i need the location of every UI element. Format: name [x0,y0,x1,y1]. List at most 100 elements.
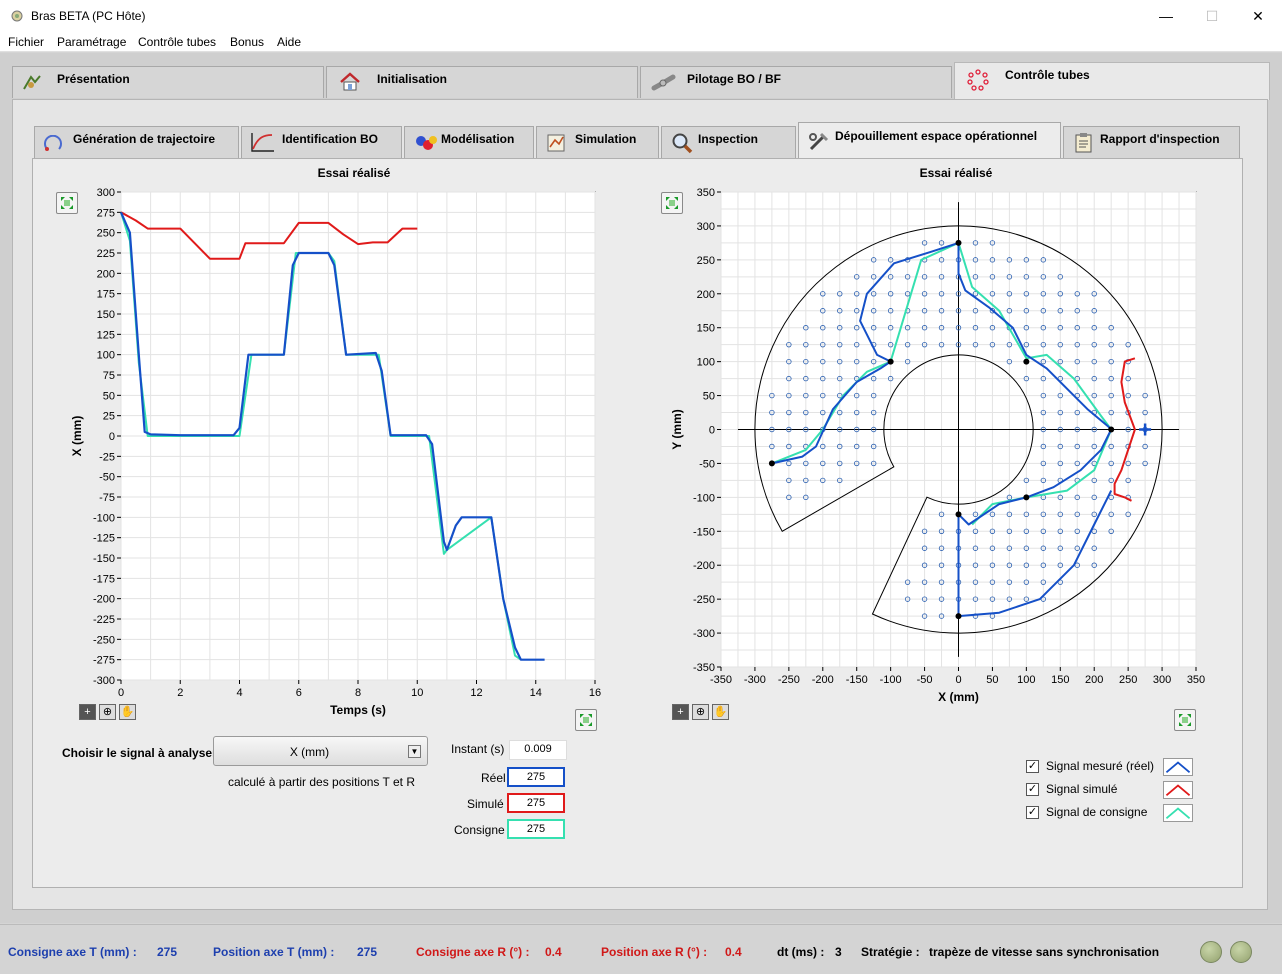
y-tick-label: 125 [97,329,115,341]
menu-bar: Fichier Paramétrage Contrôle tubes Bonus… [0,32,1282,52]
tab-identification-bo[interactable]: Identification BO [241,126,402,158]
y-tick-label: 50 [103,390,115,402]
y-tick-label: -350 [693,662,715,674]
clipboard-icon [1075,133,1092,153]
legend-swatch-mesure [1163,758,1193,776]
tab-depouillement[interactable]: Dépouillement espace opérationnel [798,122,1061,160]
tab-initialisation[interactable]: Initialisation [326,66,638,98]
close-button[interactable]: ✕ [1235,0,1281,32]
right-autoscale-button[interactable] [661,192,683,214]
legend-checkbox-simule[interactable]: ✓ [1026,783,1039,796]
time-plot[interactable]: 0 2 4 6 8 10 12 14 16300275250225200175150125100… [60,183,620,723]
simule-label: Simulé [467,797,504,811]
tab-modelisation[interactable]: Modélisation [404,126,534,158]
y-tick-label: 200 [97,268,115,280]
y-axis-label: X (mm) [70,416,84,457]
status-consigne-r-value: 0.4 [545,945,562,959]
menu-parametrage[interactable]: Paramétrage [57,35,126,49]
y-tick-label: -200 [93,594,115,606]
status-strategie-label: Stratégie : [861,945,920,959]
presentation-icon [23,75,41,90]
tab-simulation[interactable]: Simulation [536,126,659,158]
y-tick-label: 0 [109,431,115,443]
zoom-tool-icon[interactable]: ⊕ [692,704,709,720]
x-tick-label: 250 [1119,674,1137,686]
y-tick-label: 25 [103,411,115,423]
y-tick-label: 50 [703,391,715,403]
expand-icon [61,197,73,209]
y-tick-label: 225 [97,248,115,260]
y-tick-label: 200 [697,289,715,301]
tools-icon [809,132,829,151]
title-bar: Bras BETA (PC Hôte) — ☐ ✕ [0,0,1282,32]
waypoint-marker [955,613,962,620]
legend-label-mesure: Signal mesuré (réel) [1046,759,1155,773]
app-icon [11,10,23,22]
minimize-button[interactable]: — [1143,0,1189,32]
chevron-down-icon: ▼ [408,745,421,758]
waypoint-marker [955,239,962,246]
legend-checkbox-consigne[interactable]: ✓ [1026,806,1039,819]
tab-pilotage[interactable]: Pilotage BO / BF [640,66,952,98]
x-tick-label: 0 [955,674,961,686]
waypoint-marker [768,460,775,467]
cursor-tool-icon[interactable]: + [672,704,689,720]
signal-select[interactable]: X (mm) ▼ [213,736,428,766]
tab-inspection-label: Inspection [698,132,759,146]
y-tick-label: 75 [103,370,115,382]
x-tick-label: -50 [917,674,933,686]
tab-inspection[interactable]: Inspection [661,126,796,158]
y-tick-label: 100 [697,357,715,369]
tab-simulation-label: Simulation [575,132,637,146]
waypoint-marker [1023,358,1030,365]
left-graph-palette: + ⊕ ✋ [79,704,141,720]
expand-icon [580,714,592,726]
x-tick-label: 100 [1017,674,1035,686]
xy-plot[interactable]: -350 -300 -250 -200 -150 -100 -50 0 50 100 150 200 2… [664,183,1224,723]
tab-controle-tubes[interactable]: Contrôle tubes [954,62,1270,100]
cursor-tool-icon[interactable]: + [79,704,96,720]
magnifier-icon [672,133,693,154]
instant-label: Instant (s) [451,742,505,756]
status-consigne-t-label: Consigne axe T (mm) : [8,945,137,959]
waypoint-marker [1023,494,1030,501]
y-axis-label: Y (mm) [670,409,684,449]
menu-aide[interactable]: Aide [277,35,301,49]
x-tick-label: -100 [880,674,902,686]
y-tick-label: -75 [99,492,115,504]
status-strategie-value: trapèze de vitesse sans synchronisation [929,945,1160,959]
left-autoscale-button[interactable] [56,192,78,214]
pan-hand-icon[interactable]: ✋ [712,704,729,720]
y-tick-label: -225 [93,614,115,626]
y-tick-label: 300 [697,221,715,233]
y-tick-label: -150 [693,526,715,538]
home-icon [340,72,360,91]
right-autoscale-x-button[interactable] [1174,709,1196,731]
x-tick-label: 16 [589,687,601,699]
consigne-value: 275 [507,819,565,839]
y-tick-label: -175 [93,573,115,585]
pan-hand-icon[interactable]: ✋ [119,704,136,720]
tab-rapport-inspection[interactable]: Rapport d'inspection [1063,126,1240,158]
tab-pilotage-label: Pilotage BO / BF [687,72,782,86]
menu-fichier[interactable]: Fichier [8,35,44,49]
tab-presentation[interactable]: Présentation [12,66,324,98]
reel-label: Réel [481,771,506,785]
legend-swatch-consigne [1163,804,1193,822]
maximize-button[interactable]: ☐ [1189,0,1235,32]
status-bar: Consigne axe T (mm) : 275 Position axe T… [0,924,1282,974]
maximize-icon: ☐ [1205,7,1219,24]
menu-bonus[interactable]: Bonus [230,35,264,49]
legend-checkbox-mesure[interactable]: ✓ [1026,760,1039,773]
expand-icon [1179,714,1191,726]
x-tick-label: 14 [530,687,542,699]
left-autoscale-x-button[interactable] [575,709,597,731]
menu-controle-tubes[interactable]: Contrôle tubes [138,35,216,49]
x-tick-label: -250 [778,674,800,686]
x-tick-label: -150 [846,674,868,686]
y-tick-label: 150 [97,309,115,321]
close-icon: ✕ [1252,7,1264,24]
tab-generation-trajectoire[interactable]: Génération de trajectoire [34,126,239,158]
zoom-tool-icon[interactable]: ⊕ [99,704,116,720]
legend-label-consigne: Signal de consigne [1046,805,1148,819]
